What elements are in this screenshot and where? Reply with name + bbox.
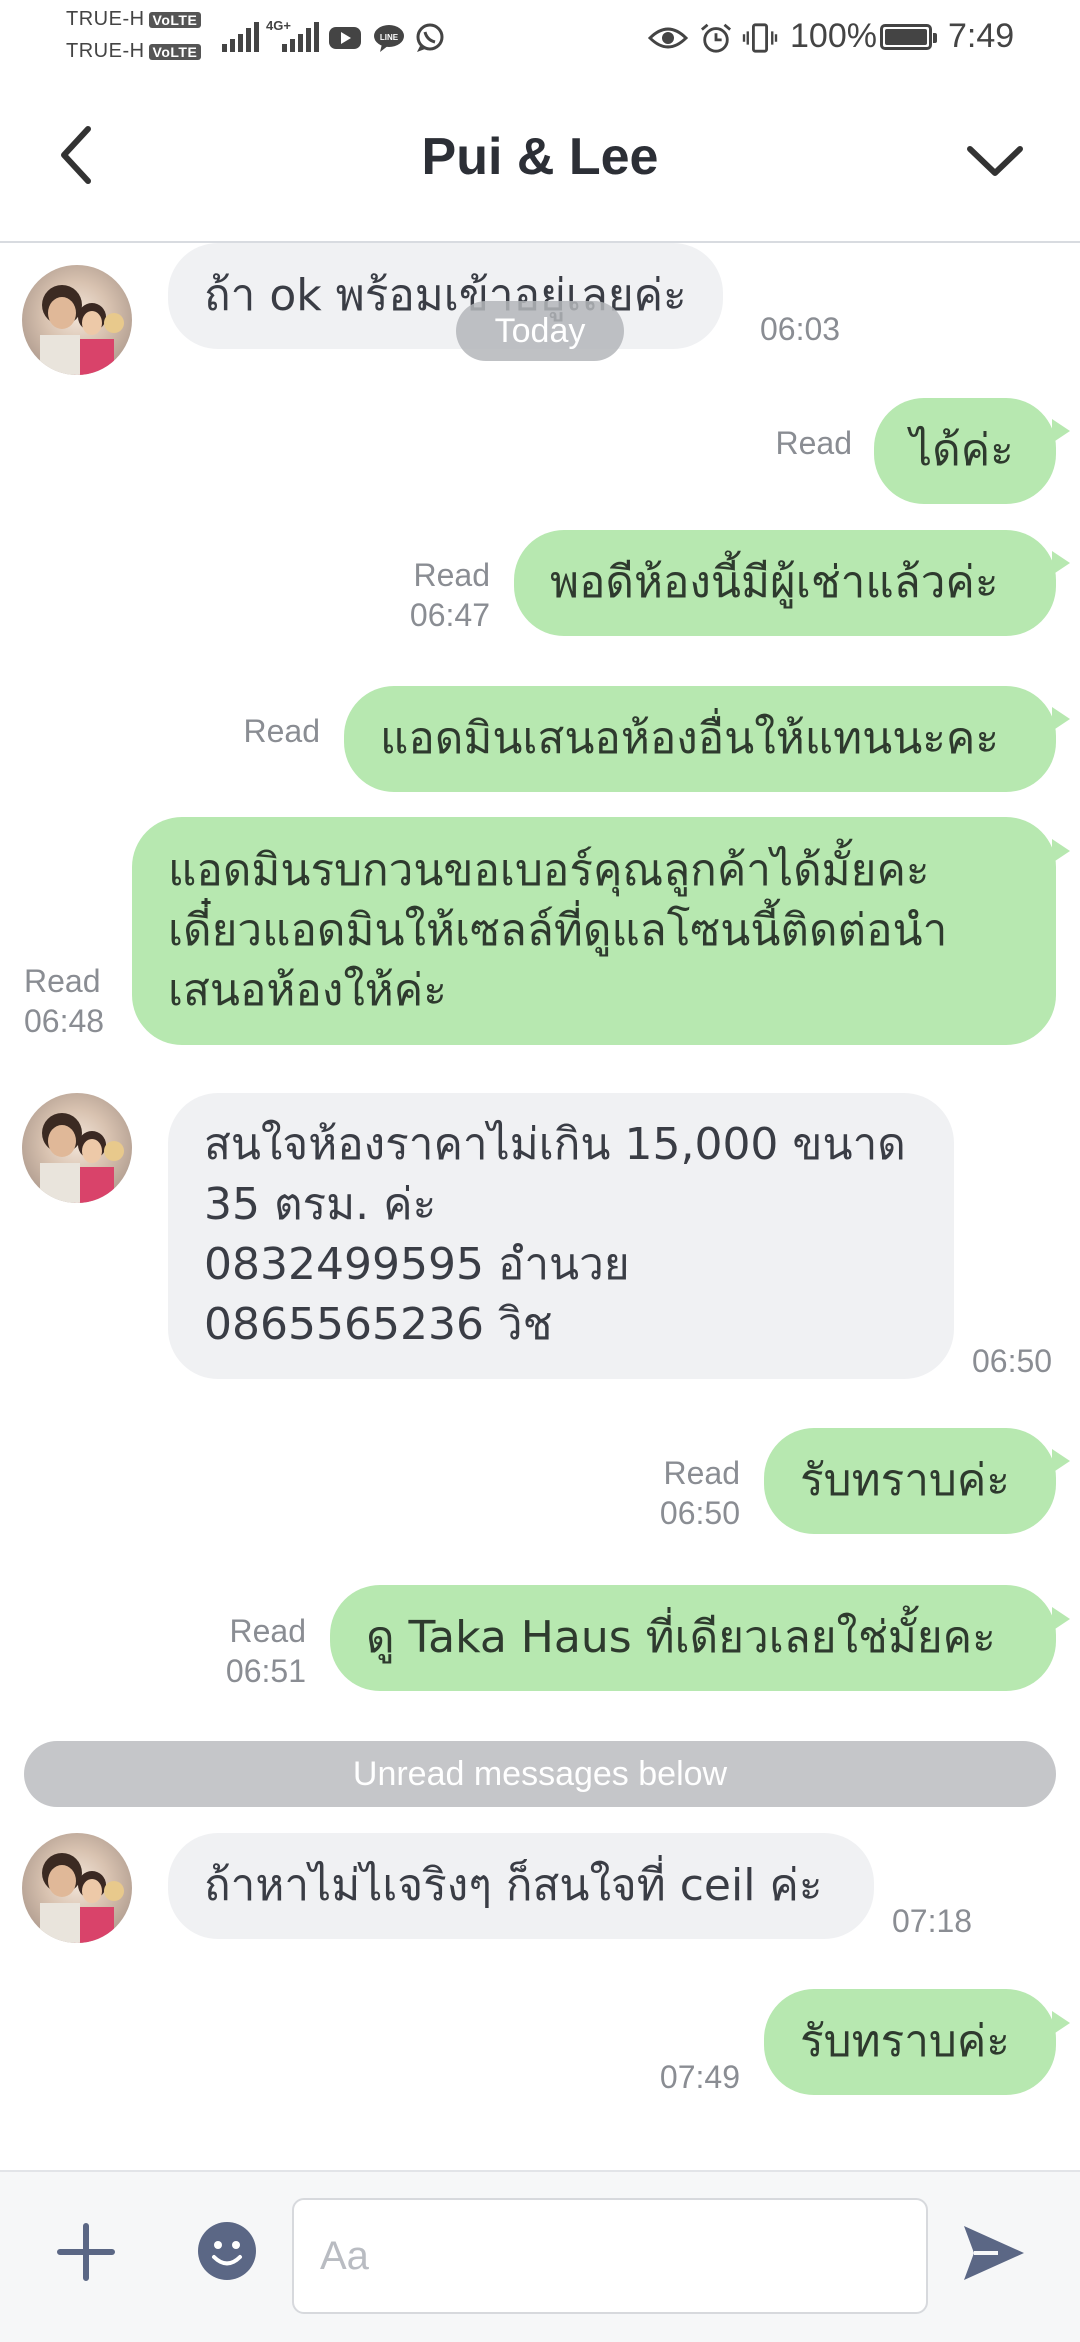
read-receipt: Read 06:48 [24,961,104,1041]
message-text: รับทราบค่ะ [800,1455,1010,1506]
read-label: Read [663,1455,741,1491]
unread-separator: Unread messages below [24,1741,1056,1807]
plus-icon[interactable] [56,2222,116,2282]
avatar[interactable] [22,265,132,375]
message-bubble-outgoing[interactable]: ได้ค่ะ [874,398,1056,504]
send-icon[interactable] [958,2218,1028,2288]
message-bubble-outgoing[interactable]: รับทราบค่ะ [764,1989,1056,2095]
message-time: 06:47 [409,597,490,633]
bubble-tail [1052,707,1070,731]
message-text: แอดมินเสนอห้องอื่นให้แทนนะคะ [380,713,999,764]
message-time: 07:18 [892,1903,973,1939]
message-text-line: 35 ตรม. ค่ะ [204,1179,437,1230]
avatar[interactable] [22,1093,132,1203]
carrier-2: TRUE-H VoLTE [66,40,202,63]
message-bubble-outgoing[interactable]: แอดมินเสนอห้องอื่นให้แทนนะคะ [344,686,1056,792]
bubble-tail [1052,839,1070,863]
volte-badge-2: VoLTE [148,43,202,60]
carrier-2-label: TRUE-H [66,40,145,62]
read-label: Read [229,1613,307,1649]
whatsapp-icon [416,23,444,52]
message-bubble-outgoing[interactable]: พอดีห้องนี้มีผู้เช่าแล้วค่ะ [514,530,1056,636]
avatar-photo [40,285,124,375]
read-receipt: Read 06:47 [380,555,490,635]
battery-icon [880,24,937,50]
message-text-line: สนใจห้องราคาไม่เกิน 15,000 ขนาด [204,1119,906,1170]
line-app-icon: LINE [374,25,404,52]
message-text: พอดีห้องนี้มีผู้เช่าแล้วค่ะ [550,557,999,608]
svg-text:LINE: LINE [380,33,399,42]
status-bar: TRUE-H VoLTE TRUE-H VoLTE 4G+ LINE 100% 7:… [0,0,1080,75]
message-time: 06:50 [659,1495,740,1531]
bubble-tail [1052,1607,1070,1631]
read-receipt: Read [775,425,853,461]
avatar-photo [40,1853,124,1943]
chevron-down-icon[interactable] [960,125,1030,195]
read-receipt: Read 06:50 [630,1453,740,1533]
message-text: ถ้าหาไม่ไเจริงๆ ก็สนใจที่ ceil ค่ะ [204,1860,823,1911]
message-bubble-incoming[interactable]: ถ้า ok พร้อมเข้าอยู่เลยค่ะ [168,243,723,349]
message-bubble-incoming[interactable]: ถ้าหาไม่ไเจริงๆ ก็สนใจที่ ceil ค่ะ [168,1833,874,1939]
read-label: Read [24,963,101,999]
message-text-line: เดี๋ยวแอดมินให้เซลล์ที่ดูแลโซนนี้ติดต่อน… [168,905,948,956]
read-label: Read [413,557,491,593]
message-time: 06:51 [225,1653,306,1689]
bubble-tail [1052,2011,1070,2035]
youtube-icon [329,27,361,49]
message-text-line: 0865565236 วิช [204,1299,553,1350]
vibrate-icon [742,23,778,53]
message-text-line: 0832499595 อำนวย [204,1239,630,1290]
read-receipt: Read 06:51 [196,1611,306,1691]
signal-icon [222,22,259,52]
date-separator-today: Today [456,301,624,361]
message-time: 07:49 [659,2059,740,2095]
message-composer [0,2170,1080,2342]
read-receipt: Read [243,713,321,749]
avatar[interactable] [22,1833,132,1943]
carrier-1-label: TRUE-H [66,8,145,30]
signal-icon-2 [282,22,324,52]
battery-percent: 100% [790,17,877,55]
message-text-line: แอดมินรบกวนขอเบอร์คุณลูกค้าได้มั้ยคะ [168,845,930,896]
message-bubble-incoming[interactable]: สนใจห้องราคาไม่เกิน 15,000 ขนาด 35 ตรม. … [168,1093,954,1379]
message-bubble-outgoing[interactable]: รับทราบค่ะ [764,1428,1056,1534]
bubble-tail [1052,551,1070,575]
avatar-photo [40,1113,124,1203]
status-clock: 7:49 [948,17,1015,55]
bubble-tail [1052,1449,1070,1473]
alarm-icon [700,23,732,53]
message-time: 06:03 [760,311,841,347]
eye-icon [648,27,688,49]
message-text: รับทราบค่ะ [800,2016,1010,2067]
bubble-tail [1052,419,1070,443]
message-bubble-outgoing[interactable]: แอดมินรบกวนขอเบอร์คุณลูกค้าได้มั้ยคะ เดี… [132,817,1056,1045]
message-list[interactable]: ถ้า ok พร้อมเข้าอยู่เลยค่ะ 06:03 Today R… [0,243,1080,2168]
message-time: 06:50 [972,1343,1053,1379]
chat-header: Pui & Lee [0,75,1080,243]
chat-title: Pui & Lee [421,128,659,186]
message-input[interactable] [292,2198,928,2314]
emoji-icon[interactable] [196,2220,258,2282]
message-time: 06:48 [24,1003,105,1039]
message-bubble-outgoing[interactable]: ดู Taka Haus ที่เดียวเลยใช่มั้ยคะ [330,1585,1056,1691]
message-text: ดู Taka Haus ที่เดียวเลยใช่มั้ยคะ [366,1612,996,1663]
carrier-1: TRUE-H VoLTE [66,8,202,31]
volte-badge: VoLTE [148,11,202,28]
message-text-line: เสนอห้องให้ค่ะ [168,965,447,1016]
message-text: ได้ค่ะ [910,425,1014,476]
